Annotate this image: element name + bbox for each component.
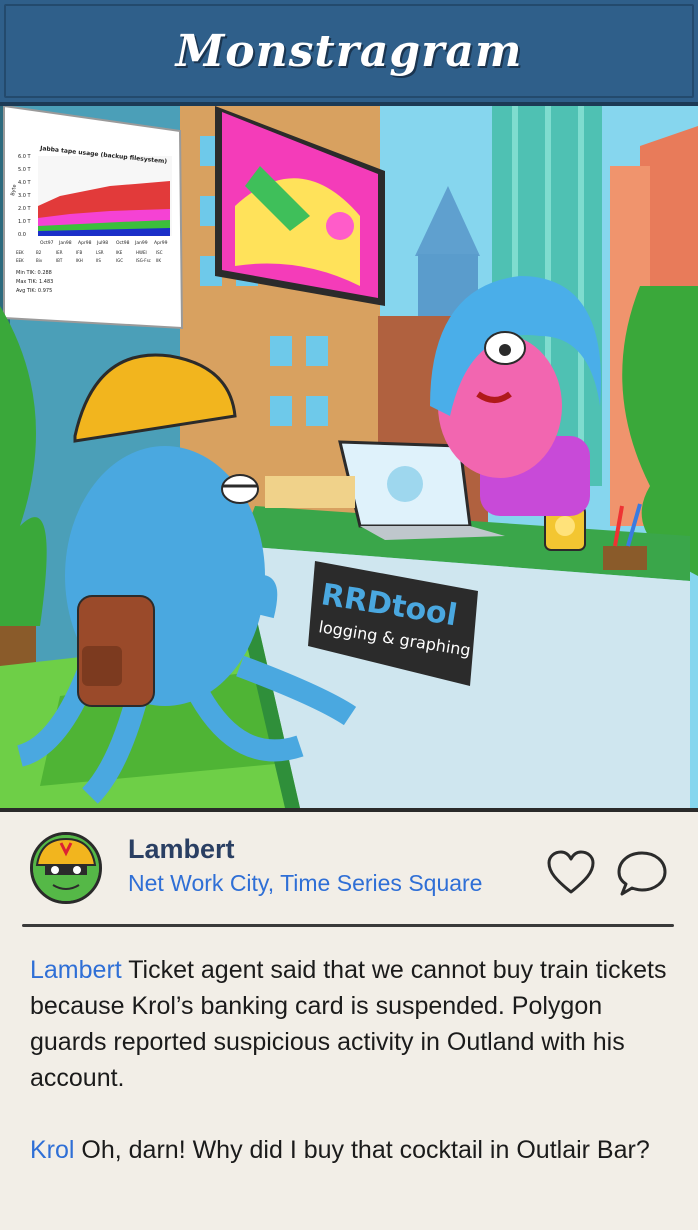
chart-poster-y-tick: 5.0 T [18,167,32,173]
comment-text: Ticket agent said that we cannot buy tra… [30,956,667,1092]
chart-poster-legend-item: ISC [156,250,163,255]
chart-poster-legend-item: ISG-Fsc [136,258,151,263]
header-frame [4,4,694,98]
comment-author-link[interactable]: Krol [30,1136,74,1164]
avatar[interactable] [30,832,102,904]
post-image[interactable]: Jabba tape usage (backup filesystem) Byte… [0,106,698,808]
chart-poster-legend-item: IIS [96,258,101,263]
chart-poster-legend-item: IKE [116,250,123,255]
chart-poster-stat: Min TIK: 0.288 [16,270,52,276]
chart-poster-x-tick: Oct97 [40,240,54,246]
chart-poster-legend-item: IGC [116,258,123,263]
chart-poster-y-tick: 6.0 T [18,154,32,160]
chart-poster-legend-item: B2 [36,250,42,255]
chart-poster-legend-item: LSR [96,250,104,255]
chart-poster-legend-item: IKH [76,258,83,263]
comment: Krol Oh, darn! Why did I buy that cockta… [30,1132,680,1168]
chart-poster-legend-item: IER [56,250,63,255]
post-header: Lambert Net Work City, Time Series Squar… [0,812,698,922]
chart-poster-y-tick: 2.0 T [18,206,32,212]
comment-author-link[interactable]: Lambert [30,956,122,984]
comment-button[interactable] [616,850,668,898]
location-link[interactable]: Net Work City, Time Series Square [128,870,482,897]
like-button[interactable] [546,850,596,896]
comment-text: Oh, darn! Why did I buy that cocktail in… [74,1136,650,1164]
scene-illustration: Jabba tape usage (backup filesystem)Byte… [0,106,698,808]
chart-poster-legend-item: IBT [56,258,63,263]
avatar-image [33,835,99,901]
chart-poster-y-tick: 4.0 T [18,180,32,186]
chart-poster-legend-item: Biv [36,258,43,263]
chart-poster-legend-item: EEK [16,258,24,263]
chart-poster-y-tick: 3.0 T [18,193,32,199]
chart-poster-y-tick: 1.0 T [18,219,32,225]
chart-poster-x-tick: Apr98 [78,240,92,246]
chart-poster-legend-item: IFB [76,250,82,255]
speech-bubble-icon [617,851,667,896]
divider [22,924,674,927]
comment: Lambert Ticket agent said that we cannot… [30,952,680,1096]
chart-poster-stat: Max TIK: 1.483 [16,279,53,285]
chart-poster-x-tick: Jan98 [58,240,72,246]
comment-list: Lambert Ticket agent said that we cannot… [30,952,680,1204]
chart-poster-legend-item: EEK [16,250,24,255]
chart-poster-legend-item: IIK [156,258,161,263]
heart-icon [547,850,595,894]
chart-poster-stat: Avg TIK: 0.975 [16,288,52,294]
post-panel: Lambert Net Work City, Time Series Squar… [0,808,698,1230]
app-header: Monstragram [0,0,698,106]
chart-poster-x-tick: Jul98 [96,240,108,246]
chart-poster-x-tick: Apr99 [154,240,168,246]
chart-poster-legend-item: HWEI [136,250,147,255]
chart-poster-y-tick: 0.0 [18,232,26,238]
chart-poster-x-tick: Jan99 [134,240,148,246]
chart-poster-x-tick: Oct98 [116,240,130,246]
username[interactable]: Lambert [128,834,235,865]
